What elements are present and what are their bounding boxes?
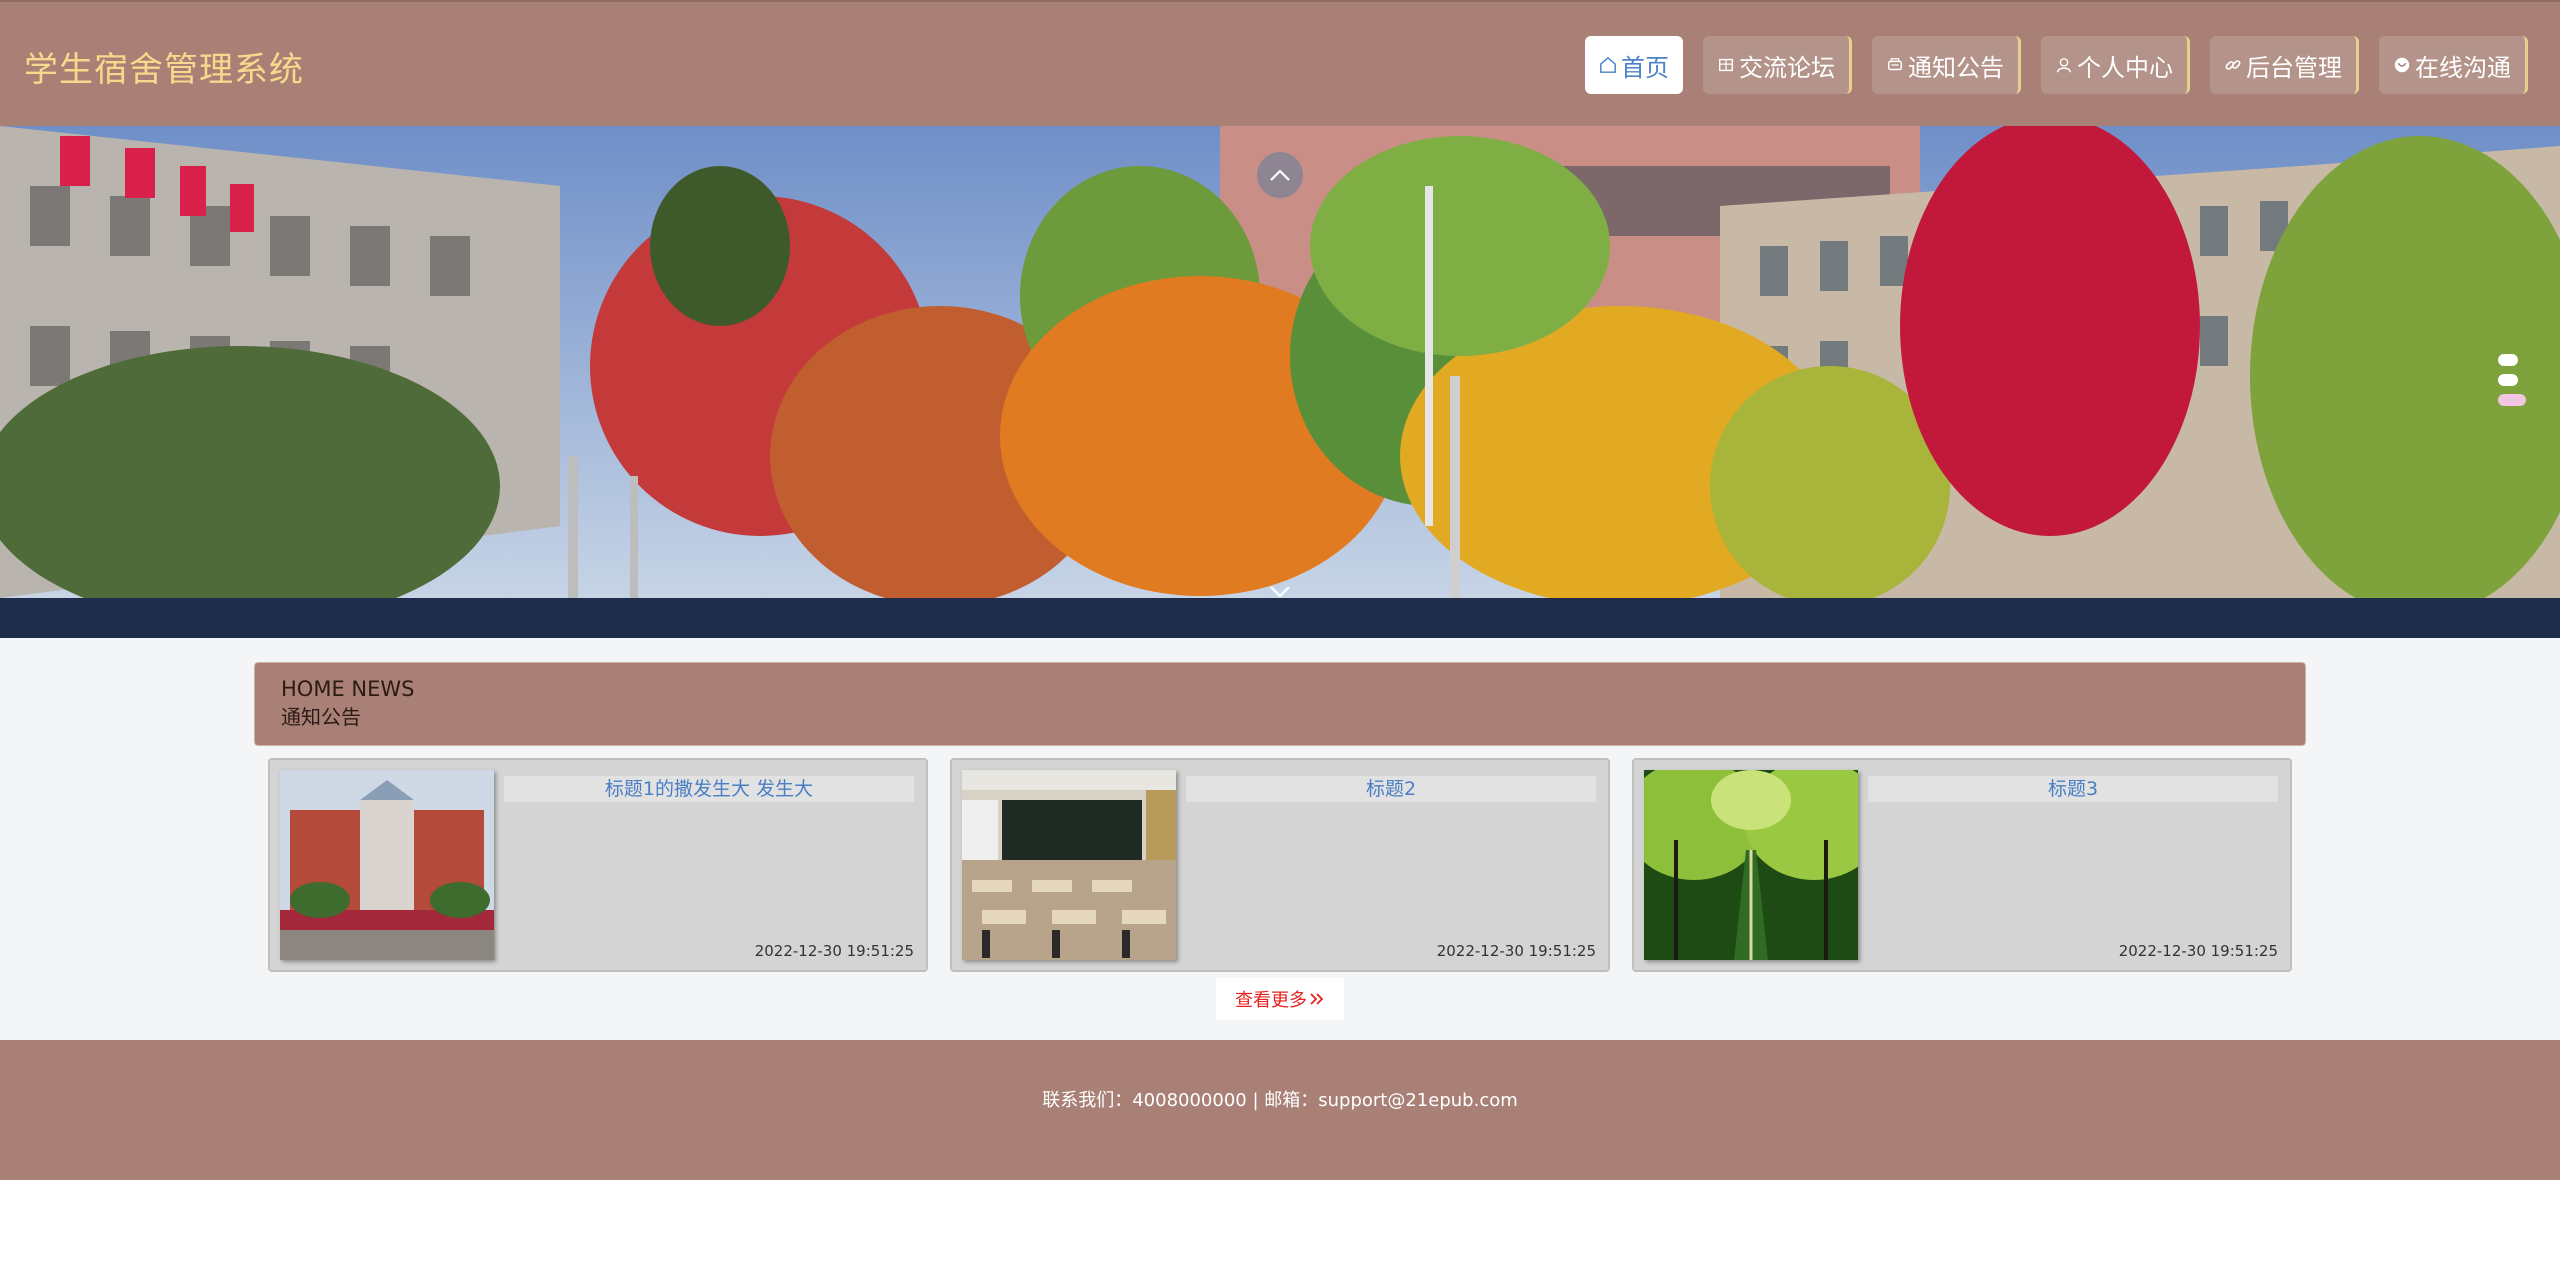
nav-profile-label: 个人中心 [2077, 53, 2173, 82]
campus-building-photo [280, 770, 494, 960]
nav-forum-label: 交流论坛 [1739, 53, 1835, 82]
notice-icon [1886, 56, 1904, 74]
news-card-title[interactable]: 标题1的撒发生大 发生大 [504, 776, 914, 802]
carousel-dot-2[interactable] [2498, 374, 2518, 386]
view-more-label: 查看更多 [1235, 990, 1307, 1011]
carousel-prev-button[interactable] [1257, 152, 1303, 198]
home-icon [1599, 56, 1617, 74]
site-header: 学生宿舍管理系统 首页 交流论坛 通知公告 个人中心 后台管理 在线沟通 [0, 0, 2560, 126]
forum-icon [1717, 56, 1735, 74]
news-card[interactable]: 标题1的撒发生大 发生大 2022-12-30 19:51:25 [268, 758, 928, 972]
nav-chat[interactable]: 在线沟通 [2379, 36, 2528, 94]
carousel-indicators [2498, 354, 2526, 406]
news-heading-cn: 通知公告 [281, 705, 361, 729]
site-footer: 联系我们：4008000000 | 邮箱：support@21epub.com [0, 1040, 2560, 1180]
news-thumbnail[interactable] [962, 770, 1176, 960]
news-card-title[interactable]: 标题2 [1186, 776, 1596, 802]
news-section: HOME NEWS 通知公告 标题1的撒发生大 发生大 2022-12-30 1… [0, 638, 2560, 1040]
nav-notice-label: 通知公告 [1908, 53, 2004, 82]
hero-banner-carousel[interactable] [0, 126, 2560, 638]
news-card[interactable]: 标题2 2022-12-30 19:51:25 [950, 758, 1610, 972]
news-thumbnail[interactable] [1644, 770, 1858, 960]
news-card[interactable]: 标题3 2022-12-30 19:51:25 [1632, 758, 2292, 972]
tree-lined-road-photo [1644, 770, 1858, 960]
carousel-dot-1[interactable] [2498, 354, 2518, 366]
nav-home[interactable]: 首页 [1585, 36, 1683, 94]
chevron-down-icon [1270, 586, 1290, 598]
nav-profile[interactable]: 个人中心 [2041, 36, 2190, 94]
news-heading-en: HOME NEWS [281, 677, 415, 701]
classroom-photo [962, 770, 1176, 960]
nav-admin-label: 后台管理 [2246, 53, 2342, 82]
nav-forum[interactable]: 交流论坛 [1703, 36, 1852, 94]
news-thumbnail[interactable] [280, 770, 494, 960]
site-logo-title[interactable]: 学生宿舍管理系统 [24, 42, 304, 91]
nav-chat-label: 在线沟通 [2415, 53, 2511, 82]
news-section-header: HOME NEWS 通知公告 [254, 662, 2306, 746]
news-card-time: 2022-12-30 19:51:25 [754, 942, 914, 960]
main-nav: 首页 交流论坛 通知公告 个人中心 后台管理 在线沟通 [1585, 36, 2528, 94]
double-chevron-right-icon [1310, 993, 1324, 1005]
footer-contact: 联系我们：4008000000 | 邮箱：support@21epub.com [1042, 1090, 1518, 1111]
view-more-button[interactable]: 查看更多 [1216, 978, 1344, 1020]
chat-icon [2393, 56, 2411, 74]
link-icon [2224, 56, 2242, 74]
carousel-dot-3[interactable] [2498, 394, 2526, 406]
nav-home-label: 首页 [1621, 53, 1669, 82]
news-card-title[interactable]: 标题3 [1868, 776, 2278, 802]
nav-admin[interactable]: 后台管理 [2210, 36, 2359, 94]
user-icon [2055, 56, 2073, 74]
news-card-time: 2022-12-30 19:51:25 [2118, 942, 2278, 960]
nav-notice[interactable]: 通知公告 [1872, 36, 2021, 94]
chevron-up-icon [1270, 169, 1290, 181]
news-card-time: 2022-12-30 19:51:25 [1436, 942, 1596, 960]
carousel-next-button[interactable] [1262, 574, 1298, 610]
